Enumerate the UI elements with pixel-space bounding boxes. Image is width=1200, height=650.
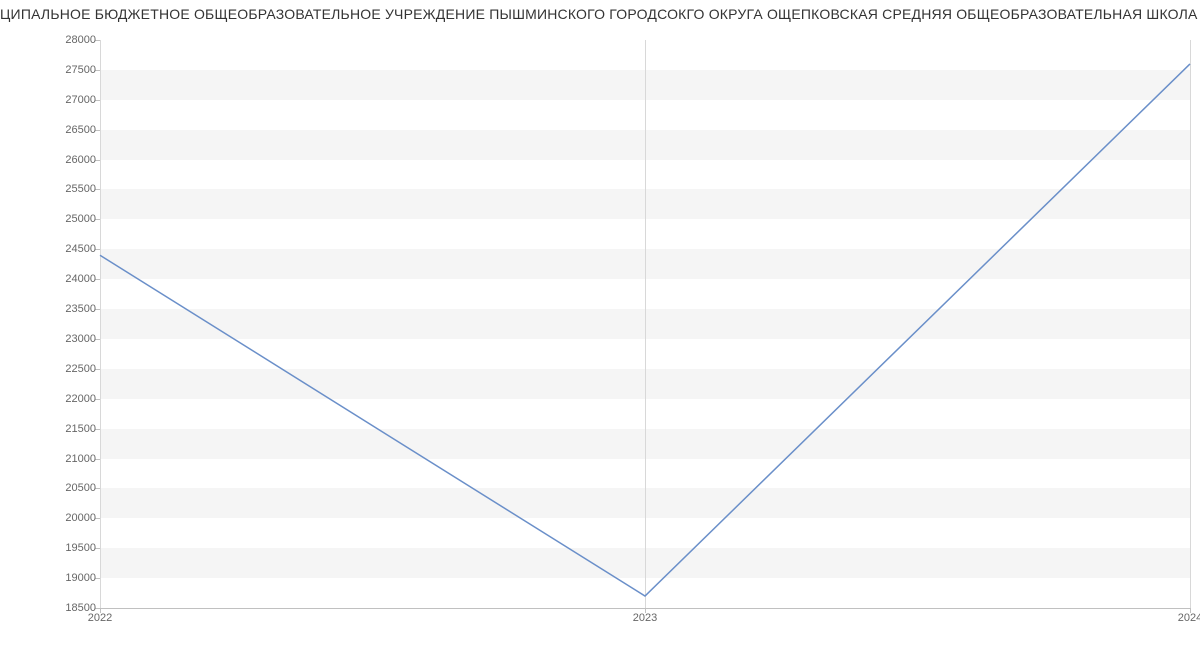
- y-tick-label: 18500: [6, 602, 96, 614]
- plot-area[interactable]: [100, 40, 1190, 608]
- y-tick-label: 24000: [6, 273, 96, 285]
- y-tick-label: 25500: [6, 183, 96, 195]
- y-tick-label: 26500: [6, 124, 96, 136]
- y-tick-label: 23000: [6, 333, 96, 345]
- x-tick-label: 2023: [633, 612, 657, 624]
- y-tick-label: 28000: [6, 34, 96, 46]
- y-tick-label: 21000: [6, 453, 96, 465]
- y-tick-label: 26000: [6, 154, 96, 166]
- y-tick-label: 24500: [6, 243, 96, 255]
- y-tick-label: 22500: [6, 363, 96, 375]
- x-tick-label: 2024: [1178, 612, 1200, 624]
- y-tick-label: 23500: [6, 303, 96, 315]
- series-path: [100, 64, 1190, 596]
- y-tick-label: 19000: [6, 572, 96, 584]
- chart-title: ЦИПАЛЬНОЕ БЮДЖЕТНОЕ ОБЩЕОБРАЗОВАТЕЛЬНОЕ …: [0, 6, 1200, 22]
- y-tick-label: 27500: [6, 64, 96, 76]
- x-gridline: [1190, 40, 1191, 608]
- y-tick-label: 21500: [6, 423, 96, 435]
- y-tick-label: 20500: [6, 482, 96, 494]
- y-tick-label: 22000: [6, 393, 96, 405]
- y-tick-label: 20000: [6, 512, 96, 524]
- y-tick-label: 19500: [6, 542, 96, 554]
- y-tick-label: 25000: [6, 213, 96, 225]
- chart-root: ЦИПАЛЬНОЕ БЮДЖЕТНОЕ ОБЩЕОБРАЗОВАТЕЛЬНОЕ …: [0, 0, 1200, 650]
- line-series: [100, 40, 1190, 608]
- x-tick-label: 2022: [88, 612, 112, 624]
- y-tick-label: 27000: [6, 94, 96, 106]
